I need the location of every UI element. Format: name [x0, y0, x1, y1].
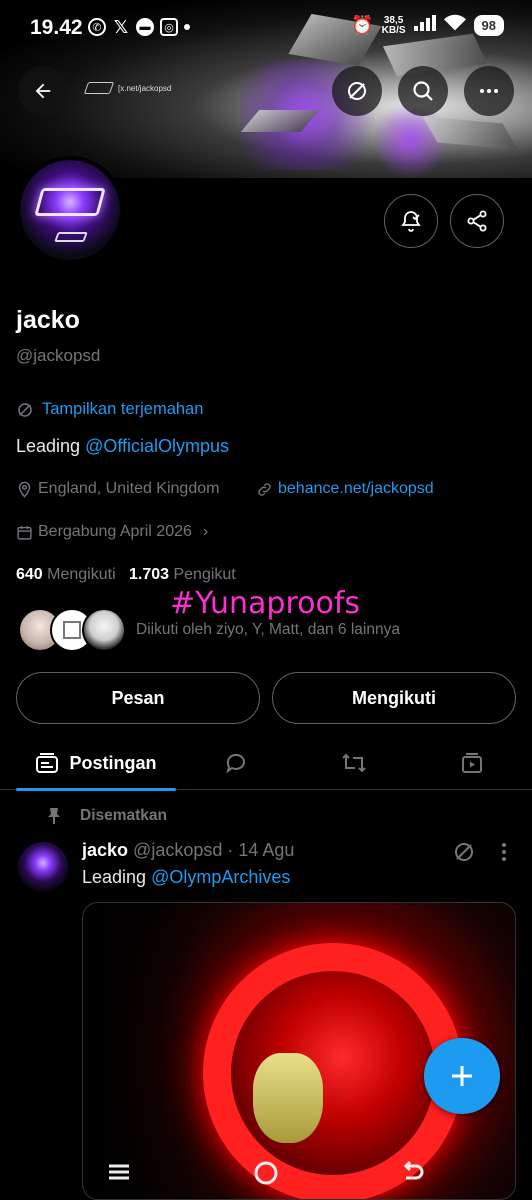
post-text: Leading @OlympArchives — [82, 867, 291, 887]
profile-location: England, United Kingdom — [16, 480, 219, 498]
avatar — [82, 608, 126, 652]
home-button[interactable] — [253, 1160, 279, 1191]
tab-replies[interactable] — [206, 736, 266, 790]
x-icon: 𝕏 — [113, 16, 129, 37]
more-notifications-dot — [184, 24, 190, 30]
more-icon — [480, 89, 498, 93]
active-tab-indicator — [16, 788, 176, 791]
share-icon — [467, 210, 487, 232]
translate-icon — [18, 402, 32, 417]
tab-media[interactable] — [442, 736, 502, 790]
profile-tabs: Postingan — [0, 736, 532, 791]
followers-stat[interactable]: 1.703 Pengikut — [129, 566, 236, 583]
banner-logo: [x.net/jackopsd — [83, 82, 171, 94]
translate-icon — [348, 82, 366, 100]
follow-counts: 640 Mengikuti 1.703 Pengikut — [16, 566, 236, 584]
home-circle-icon — [254, 1161, 278, 1185]
alarm-icon: ⏰ — [351, 15, 374, 35]
message-button[interactable]: Pesan — [16, 672, 260, 724]
chat-icon: ▬ — [136, 18, 154, 36]
battery-indicator: 98 — [473, 15, 504, 36]
tab-posts[interactable]: Postingan — [16, 736, 176, 791]
tab-reposts[interactable] — [324, 736, 384, 790]
back-arrow-icon — [35, 83, 51, 99]
more-options-button[interactable] — [464, 66, 514, 116]
overlay-tag-text: #Yunaproofs — [170, 586, 361, 621]
post-author-avatar[interactable] — [18, 842, 68, 892]
share-button[interactable] — [450, 194, 504, 248]
whatsapp-icon: ✆ — [88, 18, 106, 36]
repost-icon — [342, 753, 366, 773]
mutual-followers-avatars[interactable] — [18, 608, 126, 652]
reply-icon — [226, 753, 245, 774]
signal-icon — [413, 15, 436, 36]
plus-icon — [452, 1066, 472, 1086]
status-time: 19.42 — [30, 16, 83, 39]
profile-website[interactable]: behance.net/jackopsd — [256, 480, 434, 498]
translate-bio-link[interactable]: Tampilkan terjemahan — [16, 400, 203, 419]
bell-check-icon — [401, 211, 421, 232]
translate-button[interactable] — [332, 66, 382, 116]
following-button[interactable]: Mengikuti — [272, 672, 516, 724]
link-icon — [258, 482, 271, 496]
status-bar: 19.42 ✆ 𝕏 ▬ ◎ ⏰ 38,5 KB/S 98 — [0, 0, 532, 58]
back-button[interactable] — [18, 66, 68, 116]
network-speed: 38,5 KB/S — [381, 14, 406, 36]
following-stat[interactable]: 640 Mengikuti — [16, 566, 116, 583]
search-button[interactable] — [398, 66, 448, 116]
profile-name: jacko — [16, 306, 80, 334]
notify-button[interactable] — [384, 194, 438, 248]
post-mention-link[interactable]: @OlympArchives — [151, 867, 290, 887]
followed-by-text[interactable]: Diikuti oleh ziyo, Y, Matt, dan 6 lainny… — [136, 621, 400, 639]
profile-joined[interactable]: Bergabung April 2026 › — [16, 523, 208, 541]
location-pin-icon — [18, 481, 31, 498]
recent-apps-button[interactable] — [106, 1160, 132, 1189]
profile-handle: @jackopsd — [16, 346, 101, 365]
post-header: jacko @jackopsd · 14 Agu — [82, 840, 294, 861]
system-back-button[interactable] — [400, 1160, 426, 1189]
post-translate-button[interactable] — [452, 840, 476, 869]
posts-icon — [36, 753, 59, 773]
search-icon — [413, 81, 433, 101]
instagram-icon: ◎ — [160, 18, 178, 36]
profile-avatar[interactable] — [16, 156, 124, 264]
menu-lines-icon — [109, 1164, 129, 1180]
compose-post-button[interactable] — [424, 1038, 500, 1114]
media-icon — [462, 753, 482, 773]
calendar-icon — [17, 525, 32, 540]
pinned-indicator: Disematkan — [46, 807, 167, 825]
vertical-more-icon — [502, 843, 506, 861]
post-author-name[interactable]: jacko — [82, 840, 128, 860]
tab-posts-label: Postingan — [69, 752, 157, 773]
post-date: · 14 Agu — [227, 840, 295, 860]
translate-icon — [455, 843, 473, 861]
bio-mention-link[interactable]: @OfficialOlympus — [85, 436, 229, 456]
post-author-handle: @jackopsd — [133, 840, 223, 860]
wifi-icon — [443, 14, 466, 37]
profile-bio: Leading @OfficialOlympus — [16, 436, 230, 456]
post-more-button[interactable] — [498, 840, 510, 869]
chevron-right-icon: › — [202, 523, 209, 540]
translate-label: Tampilkan terjemahan — [42, 400, 204, 418]
back-gesture-icon — [403, 1160, 424, 1180]
pin-icon — [48, 808, 60, 824]
